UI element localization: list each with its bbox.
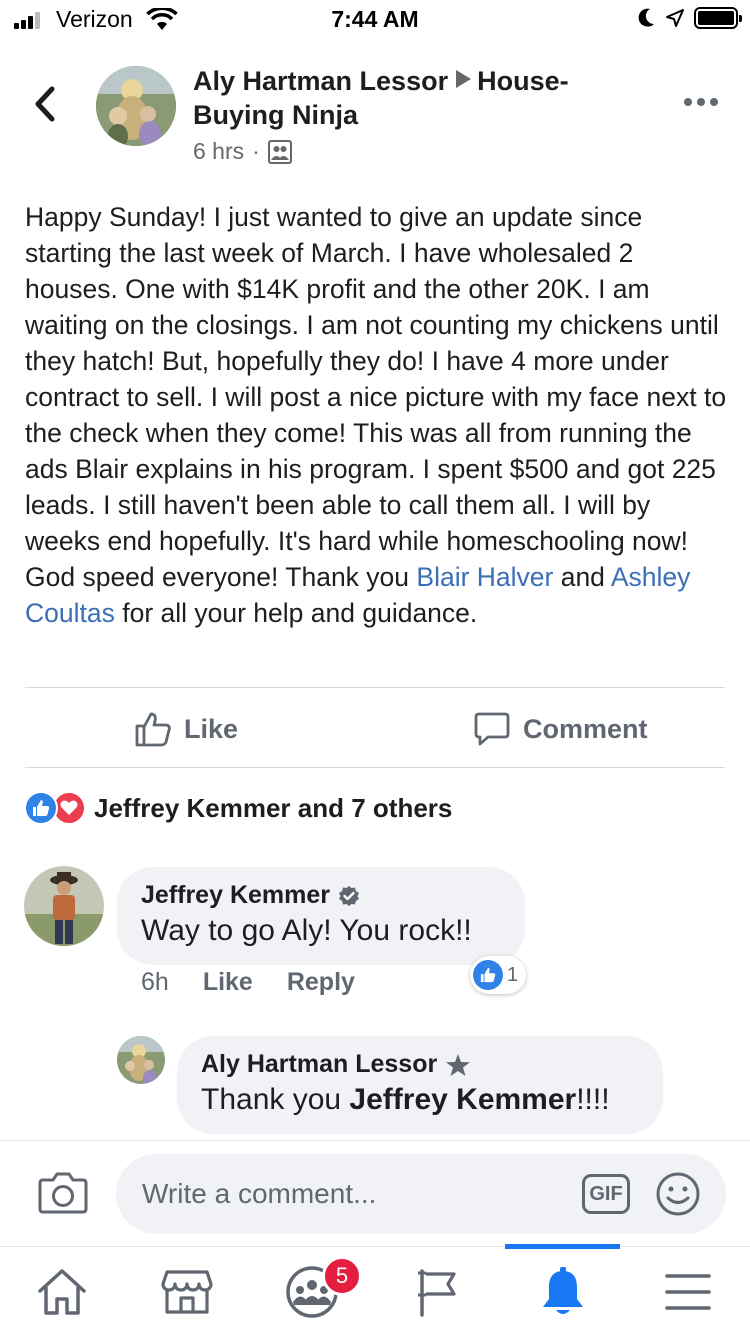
star-badge-icon <box>446 1053 471 1076</box>
post-text-part: and <box>553 562 611 592</box>
groups-notification-badge: 5 <box>322 1256 362 1296</box>
reply-text-part: Thank you <box>201 1083 350 1116</box>
emoji-icon[interactable] <box>654 1170 702 1218</box>
post-text-part: Happy Sunday! I just wanted to give an u… <box>25 202 727 592</box>
gif-button[interactable]: GIF <box>582 1174 630 1214</box>
nav-home[interactable] <box>32 1264 92 1320</box>
comment-time: 6h <box>141 968 169 996</box>
nav-notifications[interactable] <box>533 1264 593 1320</box>
comment-author-name[interactable]: Jeffrey Kemmer <box>141 881 330 910</box>
mention-blair-halver[interactable]: Blair Halver <box>416 562 553 592</box>
nav-menu[interactable] <box>658 1264 718 1320</box>
like-reaction-icon <box>473 960 503 990</box>
comment-bubble-icon <box>474 712 510 746</box>
reactions-summary-text: Jeffrey Kemmer and 7 others <box>94 792 453 823</box>
bottom-nav: 5 <box>0 1250 750 1334</box>
reply-bubble[interactable]: Aly Hartman Lessor Thank you Jeffrey Kem… <box>177 1036 663 1134</box>
divider <box>25 687 725 688</box>
moon-icon <box>638 8 654 27</box>
commenter-avatar[interactable] <box>24 866 104 946</box>
nav-marketplace[interactable] <box>157 1264 217 1320</box>
comment-reaction-count[interactable]: 1 <box>470 956 527 994</box>
like-label: Like <box>184 713 239 744</box>
more-options-icon[interactable] <box>684 98 718 106</box>
camera-icon[interactable] <box>38 1168 88 1216</box>
divider <box>25 767 725 768</box>
reply-author-avatar[interactable] <box>117 1036 165 1084</box>
comment-actions: 6h Like Reply <box>141 968 355 997</box>
location-icon <box>666 9 684 27</box>
post-meta: 6 hrs · <box>193 138 292 165</box>
comment-reply-button[interactable]: Reply <box>287 968 355 997</box>
reaction-count: 1 <box>507 963 519 986</box>
reply-text: Thank you Jeffrey Kemmer!!!! <box>201 1083 610 1117</box>
home-icon <box>38 1269 86 1315</box>
post-text-part: for all your help and guidance. <box>114 598 478 628</box>
verified-badge-icon <box>339 885 359 906</box>
comment-author[interactable]: Jeffrey Kemmer <box>141 881 472 910</box>
nav-pages[interactable] <box>408 1264 468 1320</box>
comment-label: Comment <box>523 713 648 744</box>
back-arrow-icon[interactable] <box>28 84 64 124</box>
notifications-bell-icon <box>543 1267 583 1314</box>
meta-separator: · <box>252 138 260 164</box>
posted-in-arrow-icon <box>456 70 472 88</box>
like-reaction-icon <box>24 791 58 825</box>
nav-active-indicator <box>505 1244 620 1249</box>
reply-author-name[interactable]: Aly Hartman Lessor <box>201 1050 437 1079</box>
comment-input[interactable] <box>142 1172 572 1216</box>
comment-button[interactable]: Comment <box>473 706 648 752</box>
comment-bubble[interactable]: Jeffrey Kemmer Way to go Aly! You rock!! <box>117 867 525 965</box>
like-button[interactable]: Like <box>134 706 238 752</box>
comment-like-button[interactable]: Like <box>203 968 253 997</box>
group-audience-icon <box>267 139 292 164</box>
status-bar: Verizon 7:44 AM <box>0 0 750 40</box>
composer-divider <box>0 1140 750 1141</box>
like-thumb-icon <box>135 712 171 747</box>
nav-divider <box>0 1246 750 1247</box>
post-body: Happy Sunday! I just wanted to give an u… <box>25 199 730 631</box>
post-author-group[interactable]: Aly Hartman Lessor House-Buying Ninja <box>193 64 633 132</box>
reactions-summary[interactable]: Jeffrey Kemmer and 7 others <box>24 791 452 825</box>
reply-author[interactable]: Aly Hartman Lessor <box>201 1050 610 1079</box>
post-time: 6 hrs <box>193 138 245 164</box>
comment-text: Way to go Aly! You rock!! <box>141 914 472 947</box>
battery-icon <box>694 7 742 29</box>
reply-text-part: !!!! <box>576 1083 610 1116</box>
post-author-name[interactable]: Aly Hartman Lessor <box>193 66 448 96</box>
marketplace-icon <box>161 1270 213 1314</box>
pages-flag-icon <box>418 1269 456 1317</box>
author-avatar[interactable] <box>96 66 176 146</box>
menu-icon <box>665 1274 711 1310</box>
comment-composer[interactable]: GIF <box>116 1154 726 1234</box>
reply-mention[interactable]: Jeffrey Kemmer <box>349 1083 576 1116</box>
